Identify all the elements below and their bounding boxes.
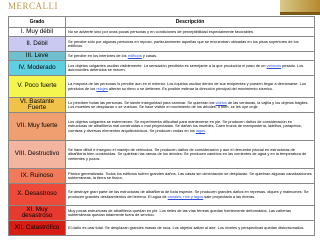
description-text: alteran su ritmo o se detienen. Es posib… bbox=[107, 85, 274, 91]
grade-cell: XI. Muy desastroso bbox=[8, 205, 66, 221]
description-text: Se percibe en los interiores de los bbox=[68, 52, 128, 58]
description-cell: Lo perciben todas las personas. Se sient… bbox=[65, 97, 315, 113]
description-cell: El daño es casi total. Se desplazan gran… bbox=[65, 220, 315, 236]
description-text: Muy pocas estructuras de albañilería que… bbox=[68, 207, 291, 217]
description-text: Se percibe sólo por algunas personas en … bbox=[68, 38, 299, 48]
description-text: sale proyectada a las riberas. bbox=[203, 193, 256, 199]
table-row: VI. Bastante Fuerte Lo perciben todas las… bbox=[8, 97, 315, 113]
grade-cell: X. Desastroso bbox=[8, 183, 66, 206]
corner-decoration-bar bbox=[280, 12, 320, 15]
description-text: El daño es casi total. Se desplazan gran… bbox=[68, 224, 305, 230]
description-cell: No se advierte sino por unas pocas perso… bbox=[65, 27, 315, 37]
description-text: No se advierte sino por unas pocas perso… bbox=[68, 28, 254, 34]
table-row: II. Débil Se percibe sólo por algunas per… bbox=[8, 36, 315, 52]
description-cell: Se destruye gran parte de las estructura… bbox=[65, 183, 315, 206]
description-text: y casas. bbox=[141, 52, 158, 58]
grade-cell: II. Débil bbox=[8, 36, 66, 52]
grade-cell: VI. Bastante Fuerte bbox=[8, 97, 66, 113]
table-body: I. Muy débil No se advierte sino por unas… bbox=[8, 27, 315, 236]
description-cell: Se percibe sólo por algunas personas en … bbox=[65, 36, 315, 52]
table-header-row: Grado Descripción bbox=[8, 16, 315, 28]
mercalli-scale-table: Grado Descripción I. Muy débil No se advi… bbox=[8, 16, 315, 236]
grade-cell: IV. Moderado bbox=[8, 60, 66, 76]
grade-cell: III. Leve bbox=[8, 51, 66, 61]
description-cell: Pánico generalizado. Todos los edificios… bbox=[65, 168, 315, 184]
description-link[interactable]: vehículo bbox=[267, 63, 282, 68]
table-row: IX. Ruinoso Pánico generalizado. Todos lo… bbox=[8, 168, 315, 184]
grade-cell: I. Muy débil bbox=[8, 27, 66, 37]
description-column-header: Descripción bbox=[65, 16, 315, 28]
page-title: MERCALLI bbox=[8, 1, 58, 11]
grade-cell: VIII. Destructivo bbox=[8, 140, 66, 169]
grade-cell: XII. Catastrófico bbox=[8, 220, 66, 236]
grade-column-header: Grado bbox=[8, 16, 66, 28]
table-row: V. Poco fuerte La mayoría de las personas… bbox=[8, 75, 315, 98]
grade-cell: V. Poco fuerte bbox=[8, 75, 66, 98]
table-row: I. Muy débil No se advierte sino por unas… bbox=[8, 27, 315, 37]
description-cell: La mayoría de las personas lo percibe au… bbox=[65, 75, 315, 98]
table-row: VIII. Destructivo Se hace difícil e inseg… bbox=[8, 140, 315, 169]
corner-decoration bbox=[280, 0, 320, 12]
grade-cell: VII. Muy fuerte bbox=[8, 112, 66, 141]
table-row: XII. Catastrófico El daño es casi total. … bbox=[8, 220, 315, 236]
description-text: . bbox=[205, 127, 207, 133]
description-link[interactable]: edificios bbox=[128, 53, 142, 58]
description-text: Pánico generalizado. Todos los edificios… bbox=[68, 170, 312, 180]
table-row: IV. Moderado Los objetos colgantes oscila… bbox=[8, 60, 315, 76]
description-cell: Los objetos colgantes se estremecen. Se … bbox=[65, 112, 315, 141]
table-row: XI. Muy desastroso Muy pocas estructuras … bbox=[8, 205, 315, 221]
grade-cell: IX. Ruinoso bbox=[8, 168, 66, 184]
table-row: VII. Muy fuerte Los objetos colgantes se … bbox=[8, 112, 315, 141]
description-cell: Se hace difícil e inseguro el manejo de … bbox=[65, 140, 315, 169]
table-row: III. Leve Se percibe en los interiores de… bbox=[8, 51, 315, 61]
description-cell: Se percibe en los interiores de los edif… bbox=[65, 51, 315, 61]
description-text: Los objetos colgantes se estremecen. Se … bbox=[68, 119, 302, 133]
description-link[interactable]: lagos bbox=[196, 128, 205, 133]
description-cell: Los objetos colgantes oscilan visiblemen… bbox=[65, 60, 315, 76]
description-link[interactable]: canales, ríos y lagos bbox=[168, 194, 203, 199]
table-row: X. Desastroso Se destruye gran parte de l… bbox=[8, 183, 315, 206]
description-cell: Muy pocas estructuras de albañilería que… bbox=[65, 205, 315, 221]
description-text: Se hace difícil e inseguro el manejo de … bbox=[68, 147, 307, 161]
description-link[interactable]: relojes bbox=[96, 86, 107, 91]
